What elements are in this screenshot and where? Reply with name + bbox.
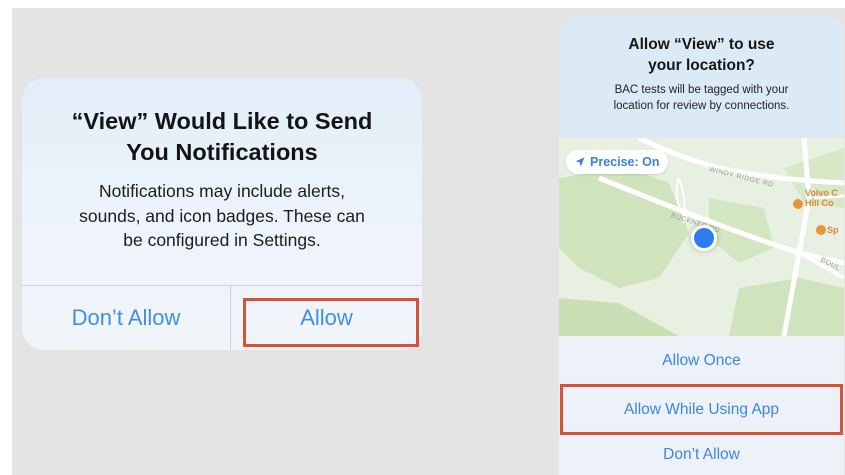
precise-location-toggle[interactable]: Precise: On [566, 150, 669, 174]
dont-allow-button[interactable]: Don’t Allow [22, 286, 230, 350]
current-location-dot [691, 225, 717, 251]
allow-while-using-app-button[interactable]: Allow While Using App [559, 387, 844, 433]
precise-toggle-label: Precise: On [590, 155, 660, 169]
notification-alert-message: Notifications may include alerts, sounds… [79, 181, 365, 250]
location-alert-header: Allow “View” to use your location? BAC t… [559, 16, 844, 138]
dont-allow-location-button[interactable]: Don’t Allow [559, 434, 844, 475]
notification-alert-title: “View” Would Like to Send You Notificati… [71, 108, 373, 165]
location-alert-title: Allow “View” to use your location? [628, 36, 775, 74]
allow-once-button[interactable]: Allow Once [559, 336, 844, 386]
poi-label: Sp [827, 225, 839, 235]
location-permission-alert: Allow “View” to use your location? BAC t… [559, 16, 844, 475]
location-alert-message: BAC tests will be tagged with your locat… [613, 84, 790, 112]
allow-button[interactable]: Allow [231, 286, 422, 350]
notification-permission-alert: “View” Would Like to Send You Notificati… [22, 78, 422, 350]
poi-label: Volvo C [805, 188, 838, 198]
poi-label: Hill Co [805, 198, 834, 208]
location-arrow-icon [575, 157, 585, 167]
